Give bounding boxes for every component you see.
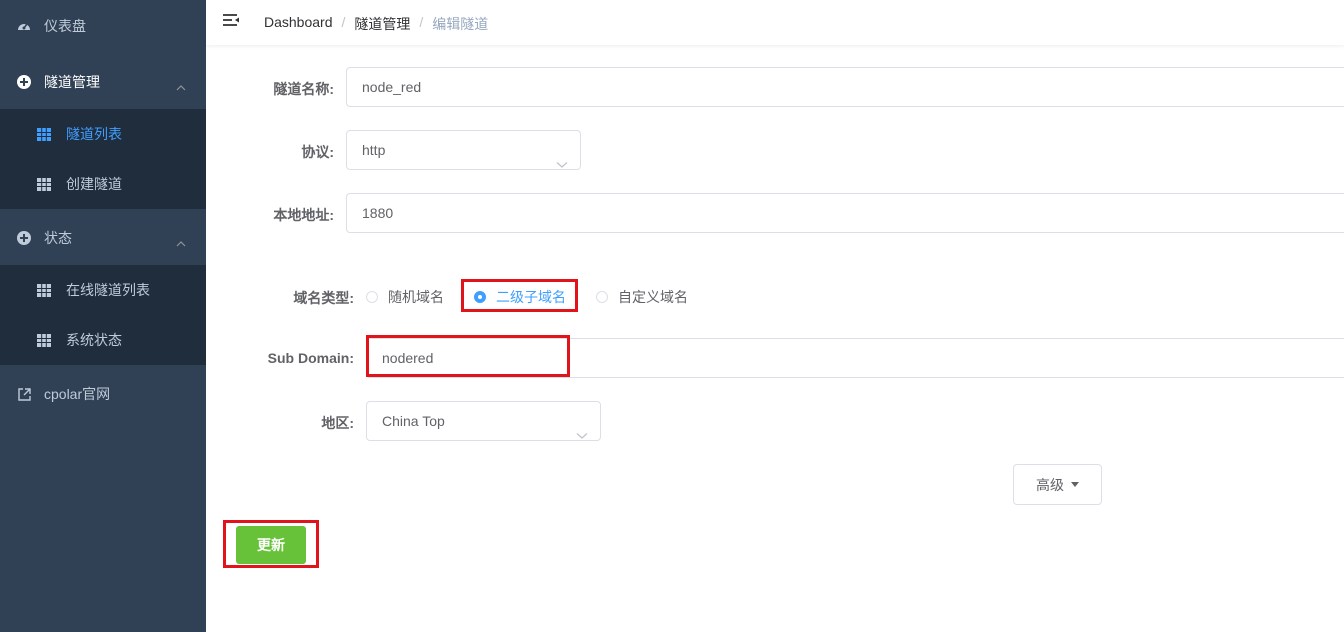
domain-type-label: 域名类型: — [293, 290, 354, 306]
update-button[interactable]: 更新 — [236, 526, 306, 564]
protocol-select[interactable]: http — [346, 130, 581, 170]
sub-domain-input[interactable]: nodered — [366, 338, 1344, 378]
sidebar-item-tunnel-management[interactable]: 隧道管理 — [0, 56, 206, 108]
sidebar-item-label: 状态 — [44, 230, 72, 246]
sidebar-item-label: 隧道列表 — [66, 126, 122, 142]
chevron-down-icon — [576, 416, 588, 454]
domain-type-radio-group: 随机域名 二级子域名 自定义域名 — [366, 287, 688, 307]
tunnel-management-icon — [16, 74, 32, 90]
sidebar-item-label: 创建隧道 — [66, 176, 122, 192]
protocol-label: 协议: — [301, 144, 334, 160]
breadcrumb-tunnel-management[interactable]: 隧道管理 — [354, 14, 410, 34]
sidebar-item-tunnel-list[interactable]: 隧道列表 — [0, 109, 206, 159]
radio-random-domain[interactable]: 随机域名 — [366, 287, 444, 307]
hamburger-menu-icon[interactable] — [222, 13, 240, 31]
breadcrumb-separator: / — [341, 14, 346, 30]
region-select[interactable]: China Top — [366, 401, 601, 441]
radio-subdomain[interactable]: 二级子域名 — [474, 287, 566, 307]
grid-icon — [36, 282, 52, 298]
external-link-icon — [16, 386, 32, 402]
sidebar: 仪表盘 隧道管理 隧道列表 创建隧道 状态 在线隧道列表 系统状态 cpolar… — [0, 0, 206, 632]
tunnel-name-input[interactable]: node_red — [346, 67, 1344, 107]
sidebar-item-online-tunnels[interactable]: 在线隧道列表 — [0, 265, 206, 315]
breadcrumb-dashboard[interactable]: Dashboard — [264, 14, 333, 34]
advanced-button-label: 高级 — [1036, 476, 1064, 493]
radio-circle — [596, 291, 608, 303]
caret-down-icon — [1071, 482, 1079, 487]
radio-circle — [366, 291, 378, 303]
protocol-selected-value: http — [362, 142, 386, 158]
sidebar-item-label: 在线隧道列表 — [66, 282, 150, 298]
radio-label: 自定义域名 — [618, 289, 688, 305]
radio-circle-checked — [474, 291, 486, 303]
sidebar-item-cpolar-website[interactable]: cpolar官网 — [0, 368, 206, 420]
local-address-label: 本地地址: — [273, 207, 334, 223]
breadcrumb-edit-tunnel: 编辑隧道 — [432, 16, 489, 32]
sidebar-item-dashboard[interactable]: 仪表盘 — [0, 0, 206, 52]
sidebar-item-label: 隧道管理 — [44, 74, 100, 90]
radio-custom-domain[interactable]: 自定义域名 — [596, 287, 688, 307]
sidebar-item-label: 仪表盘 — [44, 18, 86, 34]
chevron-down-icon — [556, 145, 568, 183]
advanced-button[interactable]: 高级 — [1013, 464, 1102, 505]
sidebar-item-create-tunnel[interactable]: 创建隧道 — [0, 159, 206, 209]
sidebar-item-system-status[interactable]: 系统状态 — [0, 315, 206, 365]
breadcrumb-separator: / — [419, 14, 424, 30]
breadcrumb: Dashboard / 隧道管理 / 编辑隧道 — [264, 14, 488, 34]
region-label: 地区: — [321, 415, 354, 431]
region-selected-value: China Top — [382, 413, 445, 429]
radio-label: 二级子域名 — [496, 289, 566, 305]
sub-domain-label: Sub Domain: — [267, 350, 354, 366]
status-icon — [16, 230, 32, 246]
tunnel-name-label: 隧道名称: — [273, 81, 334, 97]
sidebar-item-label: cpolar官网 — [44, 386, 111, 402]
chevron-up-icon — [176, 78, 186, 94]
radio-label: 随机域名 — [388, 289, 444, 305]
grid-icon — [36, 332, 52, 348]
grid-icon — [36, 176, 52, 192]
dashboard-icon — [16, 18, 32, 34]
chevron-up-icon — [176, 234, 186, 250]
sidebar-item-status[interactable]: 状态 — [0, 212, 206, 264]
local-address-input[interactable]: 1880 — [346, 193, 1344, 233]
navbar: Dashboard / 隧道管理 / 编辑隧道 — [206, 0, 1344, 45]
sidebar-item-label: 系统状态 — [66, 332, 122, 348]
grid-icon — [36, 126, 52, 142]
